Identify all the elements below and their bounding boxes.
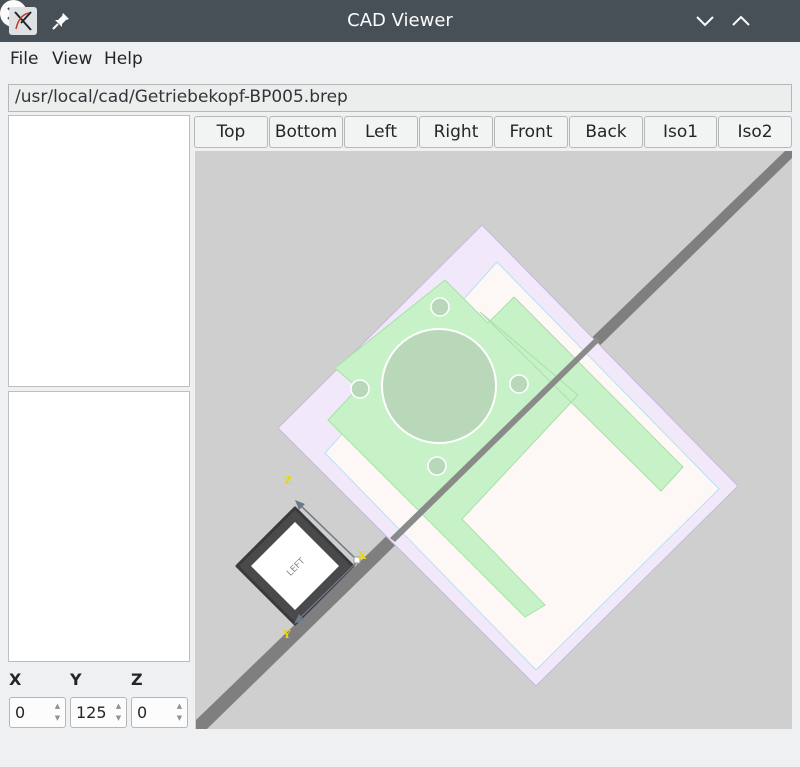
- view-cube[interactable]: LEFT Z X Y: [235, 474, 367, 641]
- menu-help[interactable]: Help: [104, 49, 143, 69]
- y-label: Y: [70, 670, 82, 689]
- view-front-button[interactable]: Front: [494, 116, 568, 148]
- y-axis-label: Y: [282, 628, 291, 641]
- x-spin-arrows[interactable]: ▲ ▼: [52, 700, 63, 725]
- z-axis-label: Z: [284, 474, 292, 487]
- x-spinbox[interactable]: 0 ▲ ▼: [9, 697, 66, 728]
- chevron-down-icon: [696, 16, 714, 27]
- minimize-button[interactable]: [692, 8, 718, 34]
- menu-file[interactable]: File: [10, 49, 38, 69]
- x-label: X: [9, 670, 22, 689]
- y-spinbox[interactable]: 125 ▲ ▼: [70, 697, 127, 728]
- hole-left: [350, 379, 370, 399]
- view-bottom-button[interactable]: Bottom: [269, 116, 343, 148]
- menu-bar: File View Help: [0, 45, 800, 73]
- menu-view[interactable]: View: [52, 49, 92, 69]
- view-back-button[interactable]: Back: [569, 116, 643, 148]
- file-path-field[interactable]: /usr/local/cad/Getriebekopf-BP005.brep: [8, 84, 792, 112]
- properties-panel[interactable]: [8, 391, 190, 662]
- title-bar: CAD Viewer: [0, 0, 800, 42]
- z-value: 0: [137, 703, 148, 722]
- z-label: Z: [131, 670, 143, 689]
- 3d-viewport[interactable]: LEFT Z X Y: [195, 151, 792, 729]
- y-value: 125: [76, 703, 107, 722]
- window-title: CAD Viewer: [347, 10, 453, 31]
- z-spinbox[interactable]: 0 ▲ ▼: [131, 697, 188, 728]
- view-iso1-button[interactable]: Iso1: [644, 116, 717, 148]
- x-value: 0: [15, 703, 26, 722]
- hole-right: [509, 374, 529, 394]
- hole-bottom: [427, 456, 447, 476]
- center-bore: [381, 328, 497, 444]
- z-spin-arrows[interactable]: ▲ ▼: [174, 700, 185, 725]
- hole-top: [430, 297, 450, 317]
- maximize-button[interactable]: [728, 8, 754, 34]
- x-axis-label: X: [358, 549, 367, 562]
- y-spin-arrows[interactable]: ▲ ▼: [113, 700, 124, 725]
- view-top-button[interactable]: Top: [194, 116, 268, 148]
- view-iso2-button[interactable]: Iso2: [718, 116, 792, 148]
- chevron-up-icon: [732, 15, 750, 26]
- view-right-button[interactable]: Right: [419, 116, 493, 148]
- view-left-button[interactable]: Left: [344, 116, 418, 148]
- tree-panel[interactable]: [8, 115, 190, 387]
- cad-model-render[interactable]: LEFT Z X Y: [195, 151, 792, 729]
